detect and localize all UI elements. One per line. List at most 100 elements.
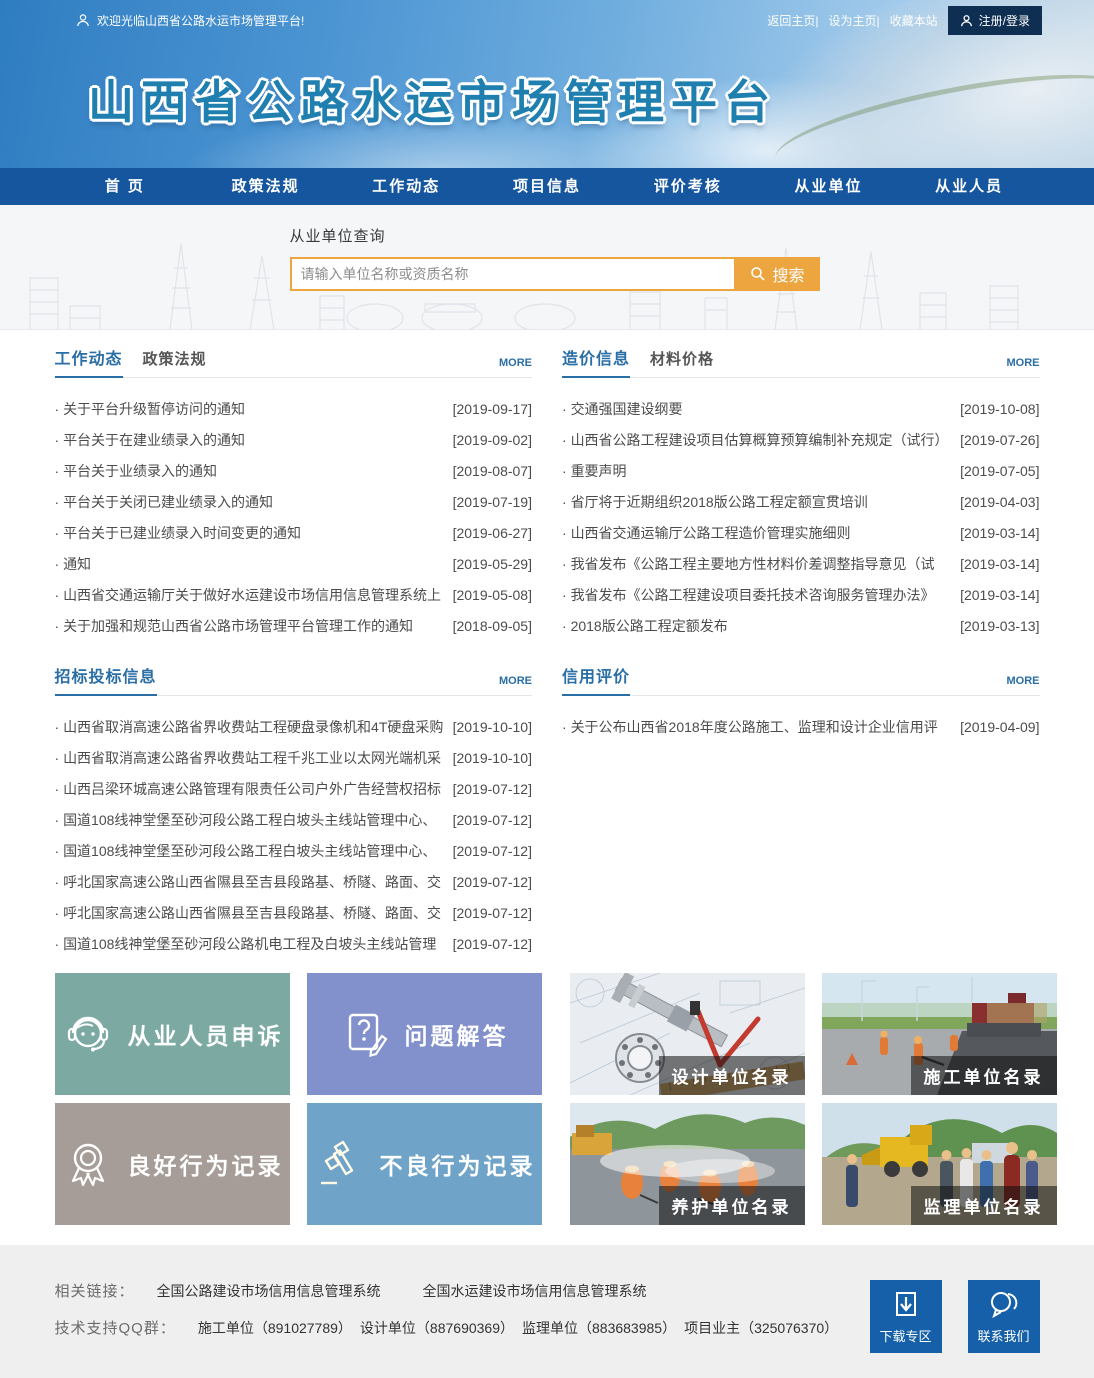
news-item[interactable]: 平台关于业绩录入的通知 [2019-08-07]	[55, 455, 533, 486]
nav-item[interactable]: 项目信息	[477, 168, 618, 205]
gallery-supervision-units[interactable]: 监理单位名录	[822, 1103, 1057, 1225]
news-item-title[interactable]: 国道108线神堂堡至砂河段公路机电工程及白坡头主线站管理	[55, 934, 447, 954]
news-item-title[interactable]: 省厅将于近期组织2018版公路工程定额宣贯培训	[562, 492, 954, 512]
nav-item[interactable]: 工作动态	[336, 168, 477, 205]
tile-question-answer[interactable]: 问题解答	[307, 973, 542, 1095]
news-item-date: [2019-07-12]	[453, 781, 532, 797]
news-item-title[interactable]: 平台关于业绩录入的通知	[55, 461, 447, 481]
news-item[interactable]: 国道108线神堂堡至砂河段公路机电工程及白坡头主线站管理 [2019-07-12…	[55, 928, 533, 959]
nav-item[interactable]: 政策法规	[195, 168, 336, 205]
topbar-link[interactable]: 收藏本站	[890, 12, 938, 29]
gallery-caption: 施工单位名录	[911, 1056, 1057, 1095]
news-item-title[interactable]: 山西省取消高速公路省界收费站工程千兆工业以太网光端机采	[55, 748, 447, 768]
news-item-title[interactable]: 国道108线神堂堡至砂河段公路工程白坡头主线站管理中心、	[55, 810, 447, 830]
news-item[interactable]: 交通强国建设纲要 [2019-10-08]	[562, 393, 1040, 424]
tab-material-price[interactable]: 材料价格	[650, 348, 714, 377]
news-item-title[interactable]: 关于平台升级暂停访问的通知	[55, 399, 447, 419]
nav-item[interactable]: 从业单位	[758, 168, 899, 205]
news-item-title[interactable]: 平台关于已建业绩录入时间变更的通知	[55, 523, 447, 543]
news-item[interactable]: 山西省交通运输厅关于做好水运建设市场信用信息管理系统上 [2019-05-08]	[55, 579, 533, 610]
search-title: 从业单位查询	[290, 225, 1040, 246]
news-item-title[interactable]: 通知	[55, 554, 447, 574]
nav-item[interactable]: 评价考核	[617, 168, 758, 205]
news-item[interactable]: 呼北国家高速公路山西省隰县至吉县段路基、桥隧、路面、交 [2019-07-12]	[55, 897, 533, 928]
section-work-news: 工作动态 政策法规 MORE 关于平台升级暂停访问的通知 [2019-09-17…	[55, 345, 533, 641]
news-item[interactable]: 通知 [2019-05-29]	[55, 548, 533, 579]
news-item-title[interactable]: 国道108线神堂堡至砂河段公路工程白坡头主线站管理中心、	[55, 841, 447, 861]
news-item-title[interactable]: 山西吕梁环城高速公路管理有限责任公司户外广告经营权招标	[55, 779, 447, 799]
news-item-date: [2019-07-12]	[453, 905, 532, 921]
news-item-title[interactable]: 平台关于在建业绩录入的通知	[55, 430, 447, 450]
qq-group-item[interactable]: 设计单位（887690369）	[360, 1320, 514, 1336]
qq-group-item[interactable]: 项目业主（325076370）	[684, 1320, 838, 1336]
news-item-title[interactable]: 我省发布《公路工程主要地方性材料价差调整指导意见（试	[562, 554, 954, 574]
news-item-title[interactable]: 山西省交通运输厅关于做好水运建设市场信用信息管理系统上	[55, 585, 447, 605]
news-item-title[interactable]: 关于加强和规范山西省公路市场管理平台管理工作的通知	[55, 616, 447, 636]
gallery-maintenance-units[interactable]: 养护单位名录	[570, 1103, 805, 1225]
news-item[interactable]: 平台关于关闭已建业绩录入的通知 [2019-07-19]	[55, 486, 533, 517]
nav-item[interactable]: 从业人员	[899, 168, 1040, 205]
news-item-title[interactable]: 山西省交通运输厅公路工程造价管理实施细则	[562, 523, 954, 543]
more-link[interactable]: MORE	[499, 675, 532, 695]
tab-credit-eval[interactable]: 信用评价	[562, 663, 630, 696]
news-item[interactable]: 省厅将于近期组织2018版公路工程定额宣贯培训 [2019-04-03]	[562, 486, 1040, 517]
topbar-link[interactable]: 设为主页|	[829, 12, 880, 29]
tab-policy[interactable]: 政策法规	[143, 348, 207, 377]
news-item-title[interactable]: 呼北国家高速公路山西省隰县至吉县段路基、桥隧、路面、交	[55, 903, 447, 923]
news-item-title[interactable]: 平台关于关闭已建业绩录入的通知	[55, 492, 447, 512]
tab-work-news[interactable]: 工作动态	[55, 345, 123, 378]
news-item[interactable]: 平台关于在建业绩录入的通知 [2019-09-02]	[55, 424, 533, 455]
news-item[interactable]: 山西省取消高速公路省界收费站工程硬盘录像机和4T硬盘采购 [2019-10-10…	[55, 711, 533, 742]
qq-group-item[interactable]: 监理单位（883683985）	[522, 1320, 676, 1336]
news-item[interactable]: 平台关于已建业绩录入时间变更的通知 [2019-06-27]	[55, 517, 533, 548]
tile-good-behavior[interactable]: 良好行为记录	[55, 1103, 290, 1225]
footer-link-waterway-credit[interactable]: 全国水运建设市场信用信息管理系统	[423, 1281, 647, 1301]
footer-link-highway-credit[interactable]: 全国公路建设市场信用信息管理系统	[157, 1281, 381, 1301]
banner: 欢迎光临山西省公路水运市场管理平台! 返回主页| 设为主页| 收藏本站 注册/登…	[0, 0, 1094, 168]
news-item-title[interactable]: 重要声明	[562, 461, 954, 481]
news-item-date: [2019-07-12]	[453, 874, 532, 890]
news-item[interactable]: 我省发布《公路工程建设项目委托技术咨询服务管理办法》 [2019-03-14]	[562, 579, 1040, 610]
news-item[interactable]: 国道108线神堂堡至砂河段公路工程白坡头主线站管理中心、 [2019-07-12…	[55, 804, 533, 835]
more-link[interactable]: MORE	[1007, 675, 1040, 695]
news-item-title[interactable]: 交通强国建设纲要	[562, 399, 954, 419]
news-item-title[interactable]: 山西省取消高速公路省界收费站工程硬盘录像机和4T硬盘采购	[55, 717, 447, 737]
news-item[interactable]: 重要声明 [2019-07-05]	[562, 455, 1040, 486]
news-item[interactable]: 国道108线神堂堡至砂河段公路工程白坡头主线站管理中心、 [2019-07-12…	[55, 835, 533, 866]
news-item-title[interactable]: 呼北国家高速公路山西省隰县至吉县段路基、桥隧、路面、交	[55, 872, 447, 892]
register-login-label: 注册/登录	[979, 12, 1030, 29]
news-item[interactable]: 关于公布山西省2018年度公路施工、监理和设计企业信用评 [2019-04-09…	[562, 711, 1040, 742]
topbar-link[interactable]: 返回主页|	[767, 12, 818, 29]
tab-cost-info[interactable]: 造价信息	[562, 345, 630, 378]
tile-personnel-appeal[interactable]: 从业人员申诉	[55, 973, 290, 1095]
search-input[interactable]	[290, 257, 736, 291]
download-zone-button[interactable]: 下载专区	[870, 1280, 942, 1353]
more-link[interactable]: MORE	[499, 357, 532, 377]
gallery-construction-units[interactable]: 施工单位名录	[822, 973, 1057, 1095]
news-item[interactable]: 山西吕梁环城高速公路管理有限责任公司户外广告经营权招标 [2019-07-12]	[55, 773, 533, 804]
news-item-title[interactable]: 2018版公路工程定额发布	[562, 616, 954, 636]
news-item[interactable]: 2018版公路工程定额发布 [2019-03-13]	[562, 610, 1040, 641]
news-item[interactable]: 山西省取消高速公路省界收费站工程千兆工业以太网光端机采 [2019-10-10]	[55, 742, 533, 773]
news-item[interactable]: 关于加强和规范山西省公路市场管理平台管理工作的通知 [2018-09-05]	[55, 610, 533, 641]
news-item-title[interactable]: 山西省公路工程建设项目估算概算预算编制补充规定（试行）	[562, 430, 954, 450]
news-item[interactable]: 呼北国家高速公路山西省隰县至吉县段路基、桥隧、路面、交 [2019-07-12]	[55, 866, 533, 897]
gallery-design-units[interactable]: 设计单位名录	[570, 973, 805, 1095]
news-item[interactable]: 山西省公路工程建设项目估算概算预算编制补充规定（试行） [2019-07-26]	[562, 424, 1040, 455]
tab-bid-info[interactable]: 招标投标信息	[55, 663, 157, 696]
news-item[interactable]: 关于平台升级暂停访问的通知 [2019-09-17]	[55, 393, 533, 424]
qq-group-item[interactable]: 施工单位（891027789）	[198, 1320, 352, 1336]
news-item-date: [2019-03-14]	[960, 556, 1039, 572]
headset-agent-icon	[61, 1007, 115, 1061]
more-link[interactable]: MORE	[1007, 357, 1040, 377]
gallery-caption: 养护单位名录	[659, 1186, 805, 1225]
news-item[interactable]: 山西省交通运输厅公路工程造价管理实施细则 [2019-03-14]	[562, 517, 1040, 548]
tile-bad-behavior[interactable]: 不良行为记录	[307, 1103, 542, 1225]
news-item-title[interactable]: 我省发布《公路工程建设项目委托技术咨询服务管理办法》	[562, 585, 954, 605]
register-login-button[interactable]: 注册/登录	[948, 6, 1042, 35]
news-item[interactable]: 我省发布《公路工程主要地方性材料价差调整指导意见（试 [2019-03-14]	[562, 548, 1040, 579]
nav-item[interactable]: 首 页	[55, 168, 196, 205]
search-button[interactable]: 搜索	[736, 257, 820, 291]
news-item-title[interactable]: 关于公布山西省2018年度公路施工、监理和设计企业信用评	[562, 717, 954, 737]
contact-us-button[interactable]: 联系我们	[968, 1280, 1040, 1353]
